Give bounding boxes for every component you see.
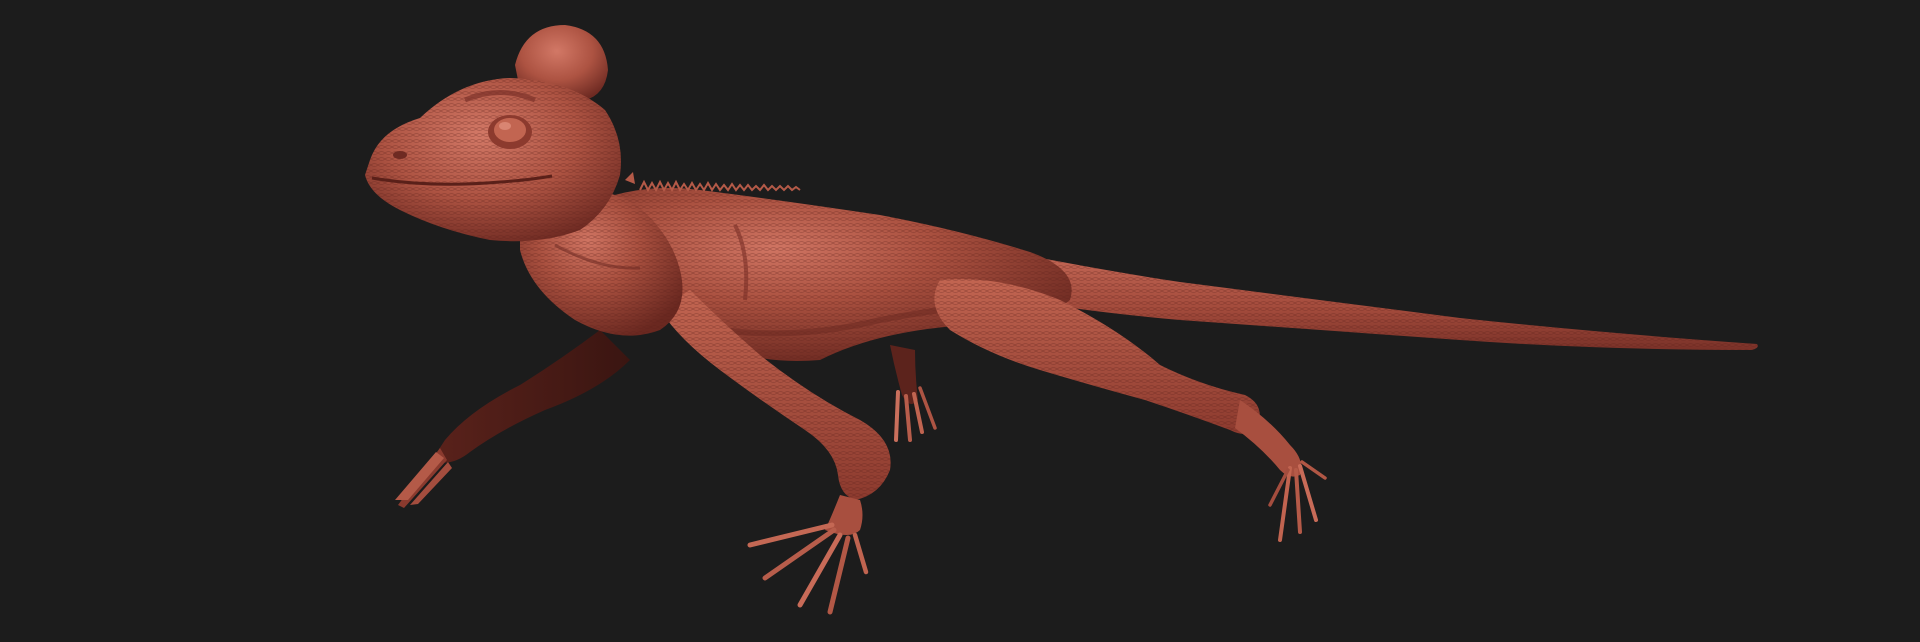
eye xyxy=(488,115,532,149)
render-viewport xyxy=(0,0,1920,642)
lizard-sculpt-render xyxy=(365,25,1758,615)
left-front-leg xyxy=(395,330,630,508)
right-hind-leg-far xyxy=(890,345,937,442)
head xyxy=(365,25,635,242)
